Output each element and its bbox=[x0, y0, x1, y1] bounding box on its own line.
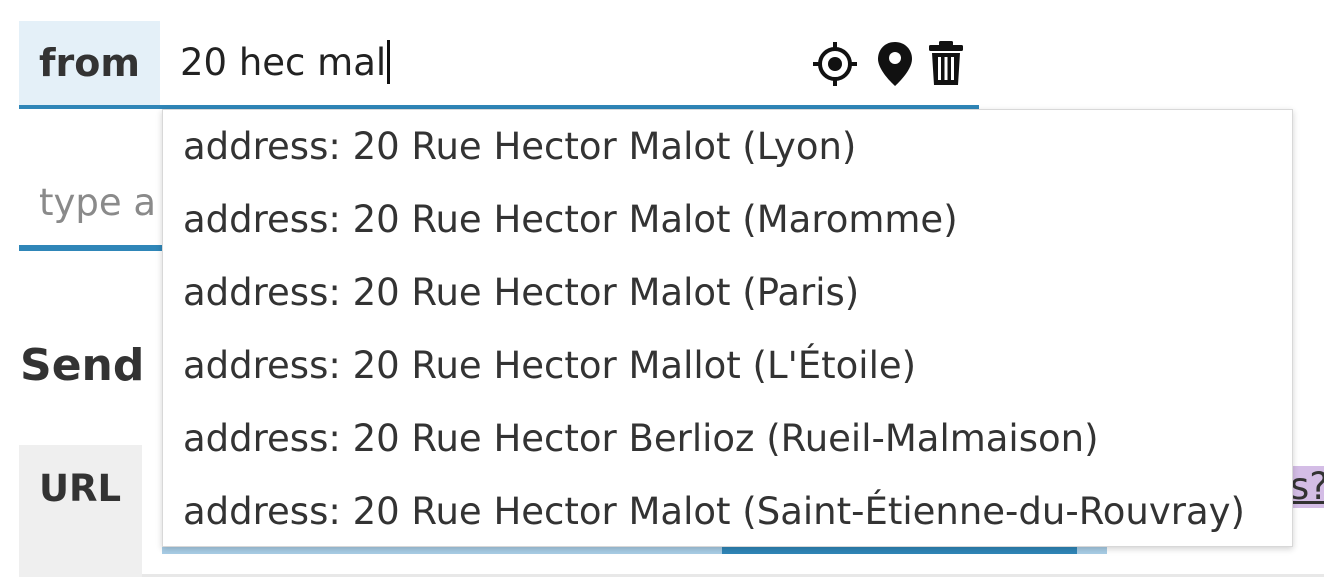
map-pin-icon[interactable] bbox=[871, 40, 919, 88]
send-heading: Send bbox=[20, 340, 145, 391]
suggestion-item[interactable]: address: 20 Rue Hector Berlioz (Rueil-Ma… bbox=[183, 402, 1099, 475]
to-input-placeholder: type a bbox=[39, 181, 157, 224]
suggestion-item[interactable]: address: 20 Rue Hector Malot (Paris) bbox=[183, 256, 859, 329]
from-label-text: from bbox=[39, 40, 140, 85]
autocomplete-dropdown: address: 20 Rue Hector Malot (Lyon) addr… bbox=[162, 109, 1293, 547]
suggestion-item[interactable]: address: 20 Rue Hector Malot (Maromme) bbox=[183, 183, 958, 256]
page: from 20 hec mal type a Send URL s addres… bbox=[0, 0, 1324, 577]
url-label: URL bbox=[19, 445, 142, 577]
from-label: from bbox=[19, 21, 160, 108]
suggestion-item[interactable]: address: 20 Rue Hector Malot (Lyon) bbox=[183, 110, 856, 183]
url-link-text: s? bbox=[1290, 466, 1324, 508]
url-label-text: URL bbox=[39, 467, 122, 510]
text-caret bbox=[387, 39, 391, 84]
suggestion-item[interactable]: address: 20 Rue Hector Malot (Saint-Étie… bbox=[183, 475, 1245, 548]
suggestion-item[interactable]: address: 20 Rue Hector Mallot (L'Étoile) bbox=[183, 329, 916, 402]
from-input[interactable]: 20 hec mal bbox=[180, 30, 800, 96]
url-link-fragment[interactable]: s? bbox=[1290, 466, 1324, 508]
trash-icon[interactable] bbox=[922, 40, 970, 88]
locate-icon[interactable] bbox=[811, 40, 859, 88]
from-input-value: 20 hec mal bbox=[180, 41, 387, 84]
